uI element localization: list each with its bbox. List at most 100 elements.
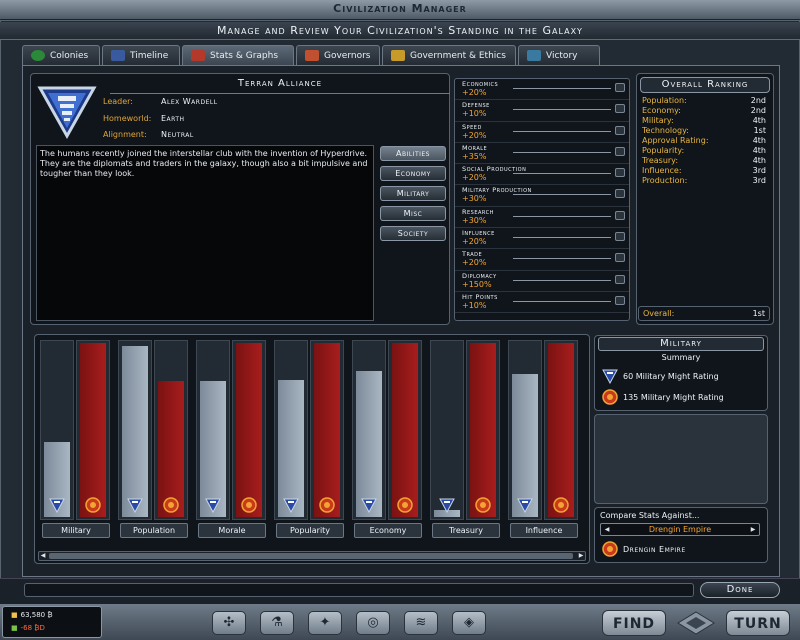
terran-alliance-emblem-icon — [36, 82, 98, 140]
economy-button[interactable]: Economy — [380, 166, 446, 181]
ships-button[interactable]: ✦ — [308, 611, 342, 635]
expand-arrow-icon[interactable] — [615, 146, 625, 156]
player-bar — [122, 346, 148, 517]
overall-ranking-title: Overall Ranking — [640, 77, 770, 93]
scroll-left-arrow-icon[interactable]: ◀ — [39, 552, 47, 560]
ability-item: Trade +20% — [455, 249, 629, 271]
expand-arrow-icon[interactable] — [615, 274, 625, 284]
drengin-empire-icon — [474, 497, 492, 515]
rival-bar-track — [310, 340, 344, 520]
expand-arrow-icon[interactable] — [615, 83, 625, 92]
expand-arrow-icon[interactable] — [615, 253, 625, 263]
player-bar-track — [118, 340, 152, 520]
graph-label[interactable]: Economy — [354, 523, 422, 538]
graph-label[interactable]: Influence — [510, 523, 578, 538]
alignment-row: Alignment: Neutral — [103, 130, 194, 139]
chart-icon: ≋ — [415, 615, 427, 630]
next-arrow-icon[interactable]: ▶ — [748, 524, 758, 535]
society-button[interactable]: Society — [380, 226, 446, 241]
abilities-button[interactable]: Abilities — [380, 146, 446, 161]
research-button[interactable]: ⚗ — [260, 611, 294, 635]
expand-arrow-icon[interactable] — [615, 168, 625, 178]
rank-row: Military: 4th — [642, 116, 766, 125]
rival-bar-track — [544, 340, 578, 520]
terran-alliance-icon — [602, 369, 618, 384]
resources-box: ■ 63,580 ₿ ■ -68 ₿D — [2, 606, 102, 638]
ability-item: Diplomacy +150% — [455, 271, 629, 292]
rival-bar-track — [154, 340, 188, 520]
rank-row: Approval Rating: 4th — [642, 136, 766, 145]
player-bar-track — [196, 340, 230, 520]
race-description: The humans recently joined the interstel… — [36, 145, 374, 321]
credits-icon: ■ — [11, 611, 18, 619]
graph-label[interactable]: Popularity — [276, 523, 344, 538]
rival-bar — [236, 343, 262, 517]
drengin-empire-icon — [552, 497, 570, 515]
graph-label[interactable]: Population — [120, 523, 188, 538]
player-bar-track — [508, 340, 542, 520]
planets-button[interactable]: ◎ — [356, 611, 390, 635]
arrows-icon — [305, 50, 319, 61]
find-button[interactable]: FIND — [602, 610, 666, 636]
expand-arrow-icon[interactable] — [615, 189, 625, 199]
rival-bar-track — [232, 340, 266, 520]
tab-timeline[interactable]: Timeline — [102, 45, 180, 65]
rival-bar — [548, 343, 574, 517]
compared-empire: Drengin Empire — [602, 541, 686, 557]
drengin-empire-icon — [396, 497, 414, 515]
compare-empire-select[interactable]: ◀ Drengin Empire ▶ — [600, 523, 760, 536]
tab-stats-graphs[interactable]: Stats & Graphs — [182, 45, 294, 65]
flag-icon — [527, 50, 541, 61]
planet-icon — [31, 50, 45, 61]
expand-arrow-icon[interactable] — [615, 125, 625, 135]
homeworld-row: Homeworld: Earth — [103, 114, 185, 123]
expand-arrow-icon[interactable] — [615, 104, 625, 114]
ship-icon: ✦ — [319, 615, 331, 630]
rival-bar-track — [388, 340, 422, 520]
military-title: Military — [598, 337, 764, 351]
ability-item: Influence +20% — [455, 228, 629, 250]
done-button[interactable]: Done — [700, 582, 780, 598]
terran-alliance-icon — [360, 497, 378, 515]
graphs-horizontal-scrollbar[interactable]: ◀ ▶ — [38, 551, 586, 561]
expand-arrow-icon[interactable] — [615, 295, 625, 305]
graph-label[interactable]: Treasury — [432, 523, 500, 538]
diplomacy-button[interactable]: ◈ — [452, 611, 486, 635]
scroll-thumb[interactable] — [49, 553, 573, 559]
colony-button[interactable]: ✣ — [212, 611, 246, 635]
stats-button[interactable]: ≋ — [404, 611, 438, 635]
player-bar-track — [352, 340, 386, 520]
tab-governors[interactable]: Governors — [296, 45, 380, 65]
rank-row: Treasury: 4th — [642, 156, 766, 165]
graph-label[interactable]: Morale — [198, 523, 266, 538]
military-button[interactable]: Military — [380, 186, 446, 201]
diplomacy-icon: ◈ — [464, 615, 474, 630]
expand-arrow-icon[interactable] — [615, 232, 625, 242]
graph-label[interactable]: Military — [42, 523, 110, 538]
drengin-empire-icon — [602, 389, 618, 405]
terran-alliance-icon — [438, 497, 456, 515]
ability-item: Morale +35% — [455, 143, 629, 165]
player-bar-track — [274, 340, 308, 520]
turn-diamond-icon — [677, 611, 715, 635]
ability-item: Economics +20% — [455, 79, 629, 101]
ability-item: Speed +20% — [455, 122, 629, 143]
misc-button[interactable]: Misc — [380, 206, 446, 221]
previous-arrow-icon[interactable]: ◀ — [602, 524, 612, 535]
expand-arrow-icon[interactable] — [615, 210, 625, 220]
turn-button[interactable]: TURN — [726, 610, 790, 636]
tab-government-ethics[interactable]: Government & Ethics — [382, 45, 516, 65]
scales-icon — [391, 50, 405, 61]
window-title: Civilization Manager — [0, 0, 800, 20]
race-name-divider — [110, 93, 450, 94]
graph-column-influence: Influence — [508, 340, 580, 542]
tab-victory[interactable]: Victory — [518, 45, 600, 65]
ability-item: Research +30% — [455, 207, 629, 229]
message-bar — [24, 583, 694, 597]
player-bar — [356, 370, 382, 517]
ability-item: Social Production +20% — [455, 164, 629, 186]
scroll-right-arrow-icon[interactable]: ▶ — [577, 552, 585, 560]
rank-row: Technology: 1st — [642, 126, 766, 135]
tab-colonies[interactable]: Colonies — [22, 45, 100, 65]
window-subtitle: Manage and Review Your Civilization's St… — [0, 22, 800, 40]
